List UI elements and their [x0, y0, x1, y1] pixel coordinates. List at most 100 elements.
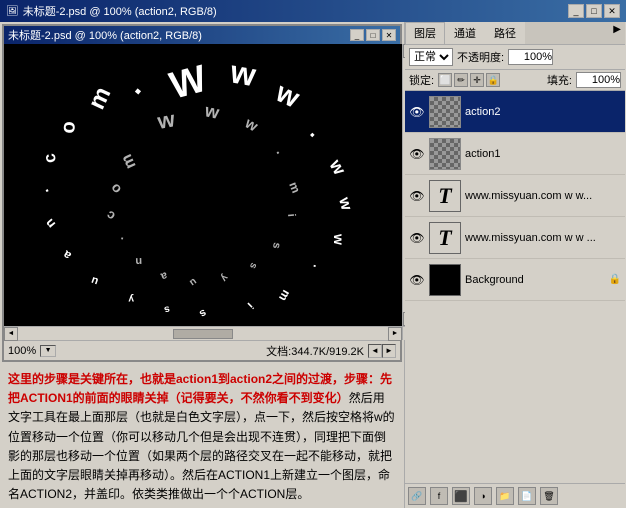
canvas-close[interactable]: ✕ [382, 29, 396, 41]
spiral-letter-b3: y [128, 293, 134, 304]
layer-eye-action2[interactable]: 👁 [409, 104, 425, 120]
spiral-letter-r2: w [325, 155, 350, 179]
spiral-letter-b1: s [197, 306, 208, 319]
zoom-level: 100% [8, 345, 36, 357]
spiral-letter-l3: n [42, 216, 59, 232]
new-layer-button[interactable]: 📄 [518, 487, 536, 505]
canvas-area: 未标题-2.psd @ 100% (action2, RGB/8) _ □ ✕ [0, 22, 405, 508]
spiral-letter-l4: . [35, 187, 52, 198]
main-container: 未标题-2.psd @ 100% (action2, RGB/8) _ □ ✕ [0, 22, 626, 508]
canvas-nav-right[interactable]: ► [382, 344, 396, 358]
spiral-letter-w1: W [165, 58, 211, 108]
layer-name-text2: www.missyuan.com w w ... [465, 232, 621, 244]
spiral2-w1: w [155, 106, 178, 134]
canvas-title-text: 未标题-2.psd @ 100% (action2, RGB/8) [8, 27, 202, 43]
layer-mask-button[interactable]: ⬛ [452, 487, 470, 505]
spiral2-b2: u [187, 276, 198, 289]
scroll-right-button[interactable]: ► [388, 327, 402, 341]
layer-name-background: Background [465, 274, 605, 286]
lock-label: 锁定: [409, 72, 434, 88]
spiral-letter-w3: w [271, 76, 305, 114]
layer-thumbnail-action2 [429, 96, 461, 128]
layers-list: 👁 action2 👁 action1 👁 [405, 91, 625, 483]
spiral-letter-l1: u [90, 274, 100, 288]
layer-item-action2[interactable]: 👁 action2 [405, 91, 625, 133]
adjustment-layer-button[interactable]: ◑ [474, 487, 492, 505]
canvas-nav-button[interactable]: ◄ [368, 344, 382, 358]
tab-paths[interactable]: 路径 [485, 22, 525, 44]
layer-item-text1[interactable]: 👁 T www.missyuan.com w w... [405, 175, 625, 217]
spiral-letter-l2: a [60, 248, 74, 263]
spiral2-tl2: o [107, 181, 125, 198]
t-icon-1: T [438, 183, 451, 209]
lock-icons: ⬜ ✏ ✛ 🔒 [438, 73, 500, 87]
opacity-input[interactable] [508, 49, 553, 65]
app-titlebar: 🖼 未标题-2.psd @ 100% (action2, RGB/8) _ □ … [0, 0, 626, 22]
spiral-letter-tl4: . [117, 73, 148, 101]
spiral2-r3: i [285, 213, 297, 217]
scroll-left-button[interactable]: ◄ [4, 327, 18, 341]
canvas-content: W w w . w w w . m i [4, 44, 402, 326]
delete-layer-button[interactable]: 🗑 [540, 487, 558, 505]
lock-all-button[interactable]: 🔒 [486, 73, 500, 87]
tab-channels[interactable]: 通道 [445, 22, 485, 44]
spiral-letter-r4: w [331, 233, 347, 245]
panel-collapse[interactable]: ▶ [609, 22, 625, 44]
layer-item-background[interactable]: 👁 Background 🔒 [405, 259, 625, 301]
panel-tabs: 图层 通道 路径 ▶ [405, 22, 625, 45]
titlebar-controls: _ □ ✕ [568, 4, 620, 18]
layer-name-action2: action2 [465, 106, 621, 118]
instruction-text-normal: 然后用文字工具在最上面那层（也就是白色文字层），点一下，然后按空格将w的位置移动… [8, 391, 395, 501]
link-layers-button[interactable]: 🔗 [408, 487, 426, 505]
spiral-letter-w2: w [227, 53, 259, 93]
minimize-button[interactable]: _ [568, 4, 584, 18]
layer-item-action1[interactable]: 👁 action1 [405, 133, 625, 175]
doc-size: 文档:344.7K/919.2K [266, 343, 364, 359]
zoom-menu[interactable]: ▼ [40, 345, 56, 357]
layer-eye-text2[interactable]: 👁 [409, 230, 425, 246]
panel-mode-row: 正常 不透明度: [405, 45, 625, 70]
layer-group-button[interactable]: 📁 [496, 487, 514, 505]
lock-transparent-button[interactable]: ⬜ [438, 73, 452, 87]
panel-bottom-bar: 🔗 f ⬛ ◑ 📁 📄 🗑 [405, 483, 625, 508]
layer-name-action1: action1 [465, 148, 621, 160]
layer-style-button[interactable]: f [430, 487, 448, 505]
t-icon-2: T [438, 225, 451, 251]
layer-eye-background[interactable]: 👁 [409, 272, 425, 288]
bottom-text-area: 这里的步骤是关键所在，也就是action1到action2之间的过渡，步骤：先把… [0, 364, 404, 508]
scroll-thumb-h[interactable] [173, 329, 233, 339]
canvas-titlebar: 未标题-2.psd @ 100% (action2, RGB/8) _ □ ✕ [4, 26, 400, 44]
lock-row: 锁定: ⬜ ✏ ✛ 🔒 填充: [405, 70, 625, 91]
lock-position-button[interactable]: ✛ [470, 73, 484, 87]
spiral2-br1: s [270, 241, 283, 249]
horizontal-scrollbar[interactable]: ◄ ► [4, 326, 402, 340]
canvas-minimize[interactable]: _ [350, 29, 364, 41]
maximize-button[interactable]: □ [586, 4, 602, 18]
spiral-svg: W w w . w w w . m i [4, 44, 402, 326]
spiral2-tl3: m [118, 151, 139, 171]
close-button[interactable]: ✕ [604, 4, 620, 18]
window-title-text: 未标题-2.psd @ 100% (action2, RGB/8) [23, 3, 217, 19]
titlebar-title: 🖼 未标题-2.psd @ 100% (action2, RGB/8) [6, 3, 217, 19]
spiral2-l2: n [135, 255, 142, 267]
spiral2-r2: m [286, 180, 303, 195]
lock-image-button[interactable]: ✏ [454, 73, 468, 87]
spiral-letter-r3: w [335, 195, 355, 213]
layer-eye-text1[interactable]: 👁 [409, 188, 425, 204]
layer-item-text2[interactable]: 👁 T www.missyuan.com w w ... [405, 217, 625, 259]
layer-thumbnail-text2: T [429, 222, 461, 254]
fill-input[interactable] [576, 72, 621, 88]
layer-name-text1: www.missyuan.com w w... [465, 190, 621, 202]
app-icon: 🖼 [6, 6, 19, 17]
spiral2-l3: . [118, 234, 125, 248]
spiral-letter-tl2: o [57, 120, 80, 134]
layers-panel: 图层 通道 路径 ▶ 正常 不透明度: 锁定: ⬜ ✏ ✛ [405, 22, 625, 508]
layer-thumbnail-text1: T [429, 180, 461, 212]
canvas-maximize[interactable]: □ [366, 29, 380, 41]
instruction-text-red: 这里的步骤是关键所在，也就是action1到action2之间的过渡，步骤：先把… [8, 372, 392, 405]
spiral-letter-tl1: c [40, 152, 60, 165]
tab-layers[interactable]: 图层 [405, 22, 445, 44]
app-window: 🖼 未标题-2.psd @ 100% (action2, RGB/8) _ □ … [0, 0, 626, 508]
layer-eye-action1[interactable]: 👁 [409, 146, 425, 162]
blend-mode-select[interactable]: 正常 [409, 48, 453, 66]
